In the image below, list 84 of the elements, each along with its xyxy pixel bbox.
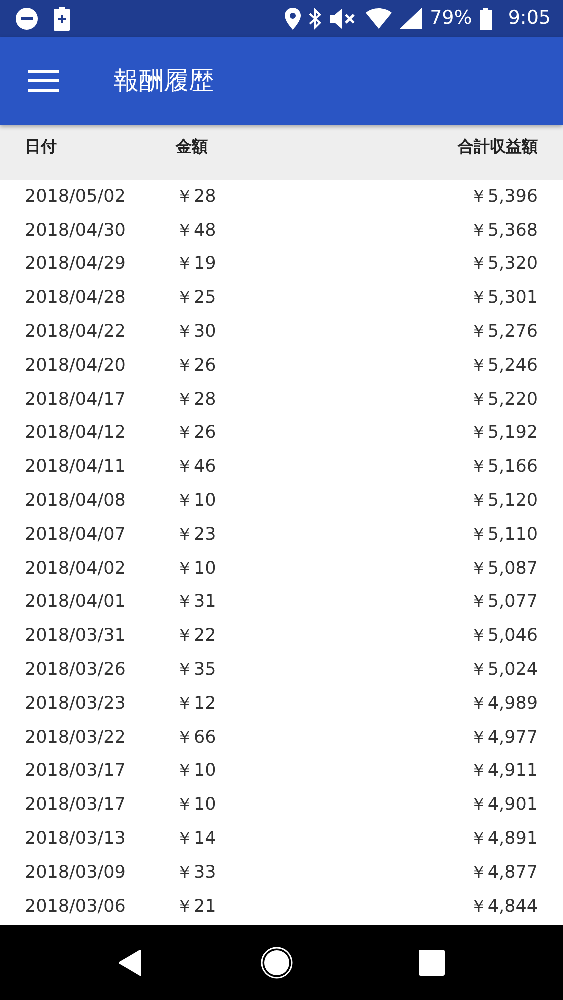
clock-time: 9:05 [508, 6, 551, 32]
table-cell-text: ￥26 [176, 422, 218, 446]
table-cell-text: ￥14 [176, 828, 218, 851]
table-cell-text: ￥5,087 [470, 558, 538, 581]
table-cell-text: ￥5,368 [470, 220, 538, 243]
screen-title: 報酬履歴 [114, 65, 214, 98]
table-cell-text: ￥31 [176, 591, 218, 614]
table-cell-text: 2018/04/20 [25, 354, 127, 378]
table-cell-text: ￥66 [176, 726, 218, 750]
table-cell-text: ￥46 [176, 456, 218, 480]
battery-percent: 79% [430, 6, 472, 32]
table-cell-text: ￥5,320 [470, 253, 538, 276]
table-cell-text: 2018/03/17 [25, 794, 127, 818]
column-header: 金額 [176, 136, 209, 158]
battery-charging-icon [54, 6, 70, 30]
table-cell-text: ￥5,276 [470, 320, 538, 344]
table-cell-text: 2018/05/02 [25, 186, 127, 209]
wifi-icon [366, 8, 392, 29]
table-cell-text: 2018/04/17 [25, 388, 127, 412]
table-cell-text: ￥35 [176, 658, 218, 682]
table-cell-text: ￥5,246 [470, 354, 538, 378]
menu-button[interactable] [28, 70, 59, 92]
table-cell-text: 2018/04/22 [25, 320, 127, 344]
table-cell-text: ￥5,220 [470, 388, 538, 412]
table-cell-text: 2018/03/23 [25, 692, 127, 716]
table-cell-text: 2018/03/22 [25, 726, 127, 750]
table-cell-text: ￥28 [176, 388, 218, 412]
table-cell-text: ￥22 [176, 625, 218, 648]
overview-icon[interactable] [418, 950, 444, 976]
table-cell-text: 2018/03/17 [25, 760, 127, 784]
table-cell-text: ￥28 [176, 186, 218, 209]
table-cell-text: ￥10 [176, 558, 218, 581]
table-cell-text: ￥26 [176, 354, 218, 378]
table-cell-text: ￥4,877 [470, 862, 538, 885]
table-cell-text: ￥48 [176, 220, 218, 243]
table-cell-text: 2018/04/11 [25, 456, 127, 480]
battery-icon [480, 8, 492, 30]
signal-icon [400, 8, 422, 29]
table-cell-text: ￥5,024 [470, 658, 538, 682]
do-not-disturb-icon [16, 8, 38, 30]
table-cell-text: ￥4,891 [470, 828, 538, 851]
table-cell-text: ￥33 [176, 862, 218, 885]
table-cell-text: 2018/04/07 [25, 524, 127, 547]
back-icon[interactable] [118, 950, 140, 976]
home-icon[interactable] [260, 946, 292, 978]
table-cell-text: 2018/03/09 [25, 862, 127, 885]
table-cell-text: 2018/03/31 [25, 625, 127, 648]
table-cell-text: ￥5,192 [470, 422, 538, 446]
table-cell-text: 2018/04/08 [25, 490, 127, 513]
table-cell-text: 2018/04/30 [25, 220, 127, 243]
table-cell-text: ￥5,077 [470, 591, 538, 614]
table-cell-text: ￥4,977 [470, 726, 538, 750]
table-cell-text: ￥5,301 [470, 287, 538, 310]
table-cell-text: ￥23 [176, 524, 218, 547]
table-cell-text: 2018/04/12 [25, 422, 127, 446]
table-cell-text: ￥25 [176, 287, 218, 310]
table-cell-text: 2018/03/06 [25, 896, 127, 918]
table-cell-text: 2018/03/26 [25, 658, 127, 682]
table-cell-text: ￥21 [176, 896, 218, 918]
table-cell-text: ￥5,166 [470, 456, 538, 480]
table-cell-text: ￥4,911 [470, 760, 538, 784]
table-cell-text: ￥5,396 [470, 186, 538, 209]
table-cell-text: ￥5,120 [470, 490, 538, 513]
column-header: 合計収益額 [458, 136, 538, 158]
table-cell-text: ￥10 [176, 490, 218, 513]
table-cell-text: ￥19 [176, 253, 218, 276]
location-icon [285, 8, 302, 30]
table-cell-text: 2018/03/13 [25, 828, 127, 851]
table-cell-text: ￥4,901 [470, 794, 538, 818]
table-cell-text: ￥12 [176, 692, 218, 716]
table-cell-text: ￥10 [176, 794, 218, 818]
menu-icon [28, 70, 59, 92]
table-cell-text: 2018/04/01 [25, 591, 127, 614]
table-cell-text: ￥4,844 [470, 896, 538, 918]
table-cell-text: ￥30 [176, 320, 218, 344]
table-cell-text: 2018/04/28 [25, 287, 127, 310]
table-cell-text: 2018/04/29 [25, 253, 127, 276]
bluetooth-icon [309, 8, 322, 30]
column-header: 日付 [25, 136, 58, 158]
table-cell-text: ￥10 [176, 760, 218, 784]
table-cell-text: ￥5,046 [470, 625, 538, 648]
table-cell-text: 2018/04/02 [25, 558, 127, 581]
table-cell-text: ￥5,110 [470, 524, 538, 547]
table-cell-text: ￥4,989 [470, 692, 538, 716]
